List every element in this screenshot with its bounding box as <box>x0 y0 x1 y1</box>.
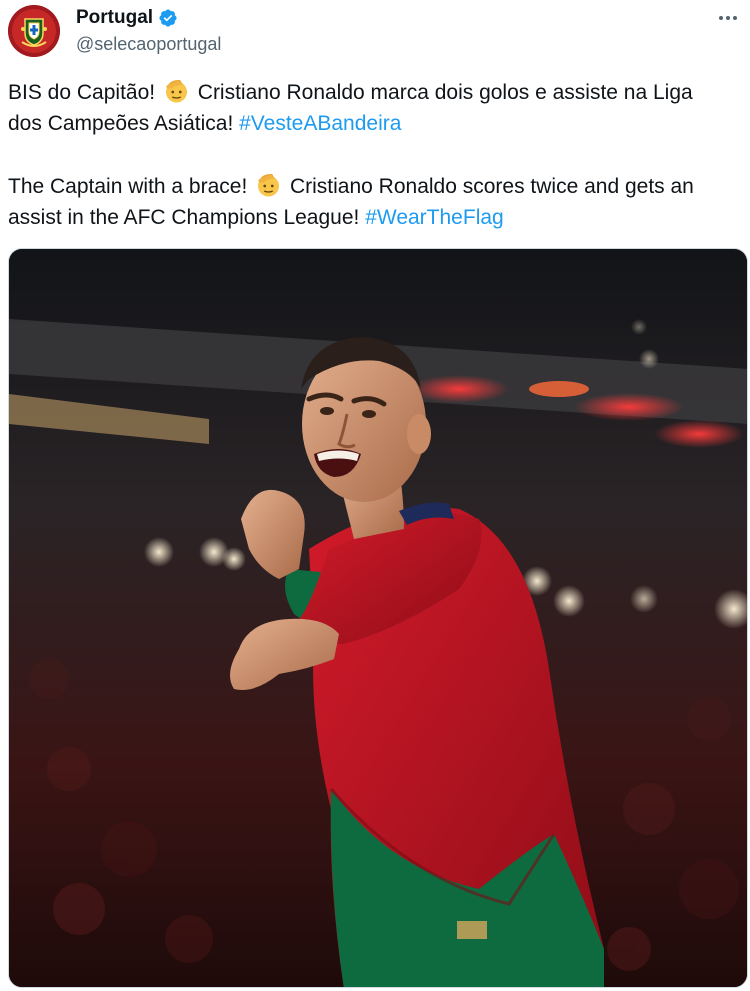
dot-icon <box>719 16 723 20</box>
text-line: BIS do Capitão! Cristiano Ronaldo marca … <box>8 77 748 108</box>
text-line: dos Campeões Asiática! #VesteABandeira <box>8 108 748 139</box>
dot-icon <box>726 16 730 20</box>
text-line: assist in the AFC Champions League! #Wea… <box>8 202 748 233</box>
saluting-face-emoji-icon <box>258 173 280 197</box>
text-segment: dos Campeões Asiática! <box>8 112 240 135</box>
kit-logo <box>457 921 487 939</box>
verified-badge-icon <box>158 8 178 28</box>
text-segment: assist in the AFC Champions League! <box>8 206 366 229</box>
tweet-text-portuguese: BIS do Capitão! Cristiano Ronaldo marca … <box>8 77 748 139</box>
tweet-photo[interactable] <box>8 248 748 988</box>
display-name[interactable]: Portugal <box>76 6 153 30</box>
saluting-face-emoji-icon <box>165 79 187 103</box>
author-names: Portugal @selecaoportugal <box>76 6 221 56</box>
tweet-card: Portugal @selecaoportugal BIS do Capitão… <box>0 0 750 991</box>
text-segment: BIS do Capitão! <box>8 81 161 104</box>
text-line: The Captain with a brace! Cristiano Rona… <box>8 171 748 202</box>
dot-icon <box>733 16 737 20</box>
hashtag-link[interactable]: #WearTheFlag <box>365 206 504 229</box>
more-options-button[interactable] <box>714 7 742 29</box>
tweet-text-english: The Captain with a brace! Cristiano Rona… <box>8 171 748 233</box>
display-name-row: Portugal <box>76 6 221 30</box>
player-celebrating-photo <box>9 249 747 987</box>
text-segment: Cristiano Ronaldo scores twice and gets … <box>284 175 694 198</box>
hashtag-link[interactable]: #VesteABandeira <box>239 112 401 135</box>
tweet-header: Portugal @selecaoportugal <box>8 5 742 61</box>
avatar[interactable] <box>8 5 60 57</box>
portugal-crest-icon <box>8 5 60 57</box>
text-segment: The Captain with a brace! <box>8 175 254 198</box>
text-segment: Cristiano Ronaldo marca dois golos e ass… <box>191 81 693 104</box>
handle[interactable]: @selecaoportugal <box>76 32 221 56</box>
